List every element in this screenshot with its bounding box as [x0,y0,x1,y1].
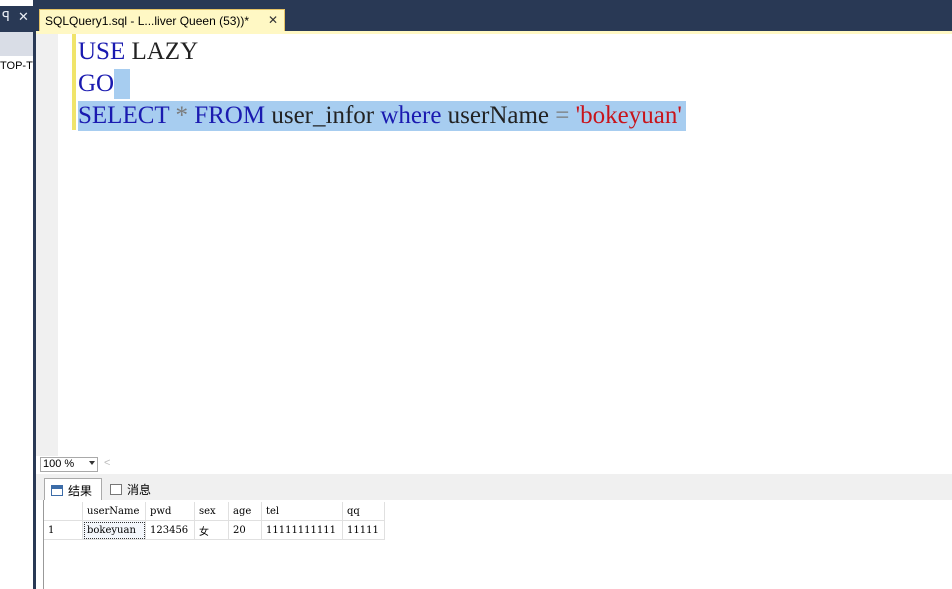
tab-messages-label: 消息 [127,483,152,497]
cell-pwd[interactable]: 123456 [145,520,195,540]
results-table[interactable]: userName pwd sex age tel qq 1 bokeyuan 1… [44,502,385,540]
column-identifier: userName [441,102,556,129]
change-indicator [72,34,76,130]
grid-icon [51,485,63,496]
close-panel-icon[interactable]: ✕ [18,10,29,26]
cell-age[interactable]: 20 [228,520,262,540]
keyword-from: FROM [194,102,266,129]
object-explorer-header: ꟼ ✕ [0,6,36,32]
object-explorer-panel: ꟼ ✕ TOP-T [0,0,36,589]
header-row: userName pwd sex age tel qq [44,502,385,521]
server-node-label[interactable]: TOP-T [0,60,36,72]
cell-qq[interactable]: 11111 [342,520,385,540]
scroll-left-icon[interactable]: < [104,457,110,469]
tab-title: SQLQuery1.sql - L...liver Queen (53))* [45,14,250,28]
zoom-dropdown[interactable]: 100 % [40,457,98,472]
table-row[interactable]: 1 bokeyuan 123456 女 20 11111111111 11111 [44,520,385,540]
code-line-2: GO [78,69,131,99]
tab-messages[interactable]: 消息 [104,478,160,500]
operator-star: * [175,102,188,129]
pin-icon[interactable]: ꟼ [2,10,10,26]
column-header[interactable]: qq [342,502,385,521]
results-grid[interactable]: userName pwd sex age tel qq 1 bokeyuan 1… [36,500,952,589]
code-line-1: USE LAZY [78,37,198,67]
column-header[interactable]: age [228,502,262,521]
column-header[interactable]: tel [261,502,343,521]
keyword-use: USE [78,38,126,65]
keyword-go: GO [78,70,115,97]
query-editor[interactable]: USE LAZY GO SELECT * FROM user_infor whe… [36,34,952,456]
keyword-select: SELECT [78,102,170,129]
cell-username[interactable]: bokeyuan [82,520,146,540]
operator-equals: = [555,102,570,129]
column-header[interactable]: userName [82,502,146,521]
keyword-where: where [380,102,442,129]
editor-gutter [36,34,58,456]
selection-highlight [114,69,131,99]
row-number[interactable]: 1 [44,520,83,540]
close-tab-icon[interactable]: ✕ [268,13,278,27]
tab-sqlquery1[interactable]: SQLQuery1.sql - L...liver Queen (53))* ✕ [39,9,285,31]
tab-results-label: 结果 [68,484,93,498]
zoom-bar: 100 % < [36,456,952,474]
tab-results[interactable]: 结果 [44,478,102,500]
row-number-header[interactable] [44,502,83,521]
results-tab-strip: 结果 消息 [36,474,952,500]
message-icon [110,484,122,495]
string-literal: 'bokeyuan' [575,102,682,129]
cell-tel[interactable]: 11111111111 [261,520,343,540]
cell-sex[interactable]: 女 [194,520,229,540]
object-explorer-toolbar [0,32,36,56]
chevron-down-icon[interactable] [89,461,95,465]
table-identifier: user_infor [265,102,381,129]
database-name: LAZY [125,38,199,65]
column-header[interactable]: pwd [145,502,195,521]
column-header[interactable]: sex [194,502,229,521]
zoom-value: 100 % [43,458,75,470]
code-line-3: SELECT * FROM user_infor where userName … [78,101,686,131]
